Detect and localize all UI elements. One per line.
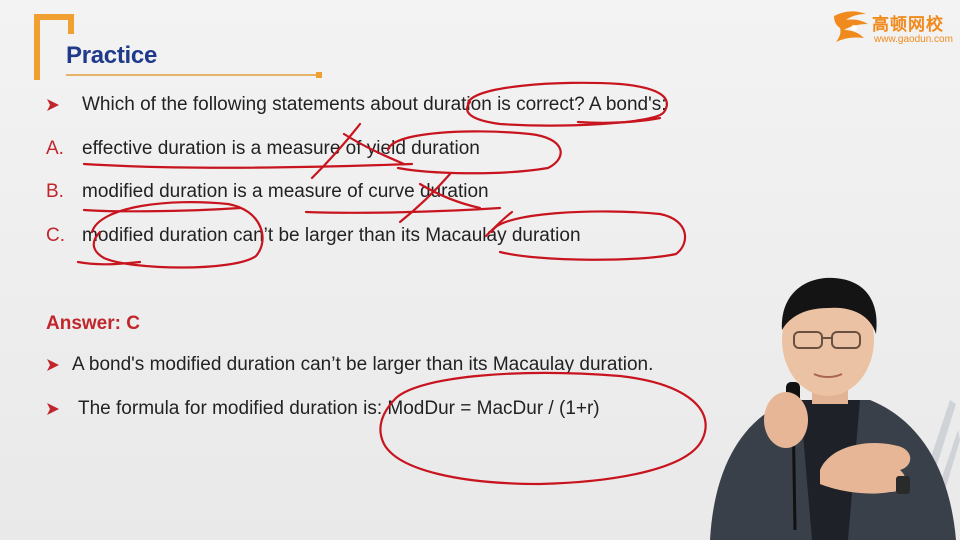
ink-underline-option-b bbox=[82, 206, 242, 213]
triangle-arrow-icon bbox=[47, 403, 59, 415]
brand-url: www.gaodun.com bbox=[874, 34, 953, 45]
option-c-letter: C. bbox=[46, 225, 65, 246]
triangle-arrow-icon bbox=[47, 359, 59, 371]
answer-label: Answer: C bbox=[46, 313, 140, 334]
gaodun-logo-icon bbox=[834, 11, 868, 42]
brand-logo: 高顿网校 www.gaodun.com bbox=[828, 6, 954, 48]
title-bracket-tick bbox=[68, 14, 74, 34]
ink-underline-option-a bbox=[82, 162, 414, 169]
explanation-2-text: The formula for modified duration is: Mo… bbox=[78, 398, 600, 419]
ink-ellipse-formula bbox=[379, 371, 707, 486]
title-bracket-vertical bbox=[34, 14, 40, 80]
question-text: Which of the following statements about … bbox=[82, 94, 667, 115]
option-a-letter: A. bbox=[46, 138, 64, 159]
slide-title: Practice bbox=[66, 42, 157, 69]
ink-underline-option-b-2 bbox=[304, 206, 502, 214]
slide-canvas: Practice 高顿网校 www.gaodun.com Which of th… bbox=[0, 0, 960, 540]
ink-underline-question bbox=[576, 116, 662, 124]
option-a-text: effective duration is a measure of yield… bbox=[82, 138, 480, 159]
ink-underline-option-c bbox=[76, 260, 142, 266]
brand-name-cn: 高顿网校 bbox=[872, 15, 944, 35]
explanation-1-text: A bond's modified duration can’t be larg… bbox=[72, 354, 654, 375]
presenter-video-icon bbox=[710, 277, 956, 540]
title-underline bbox=[66, 74, 318, 76]
option-b-letter: B. bbox=[46, 181, 64, 202]
option-c-text: modified duration can’t be larger than i… bbox=[82, 225, 581, 246]
option-b-text: modified duration is a measure of curve … bbox=[82, 181, 489, 202]
title-underline-dot bbox=[316, 72, 322, 78]
triangle-arrow-icon bbox=[47, 99, 59, 111]
